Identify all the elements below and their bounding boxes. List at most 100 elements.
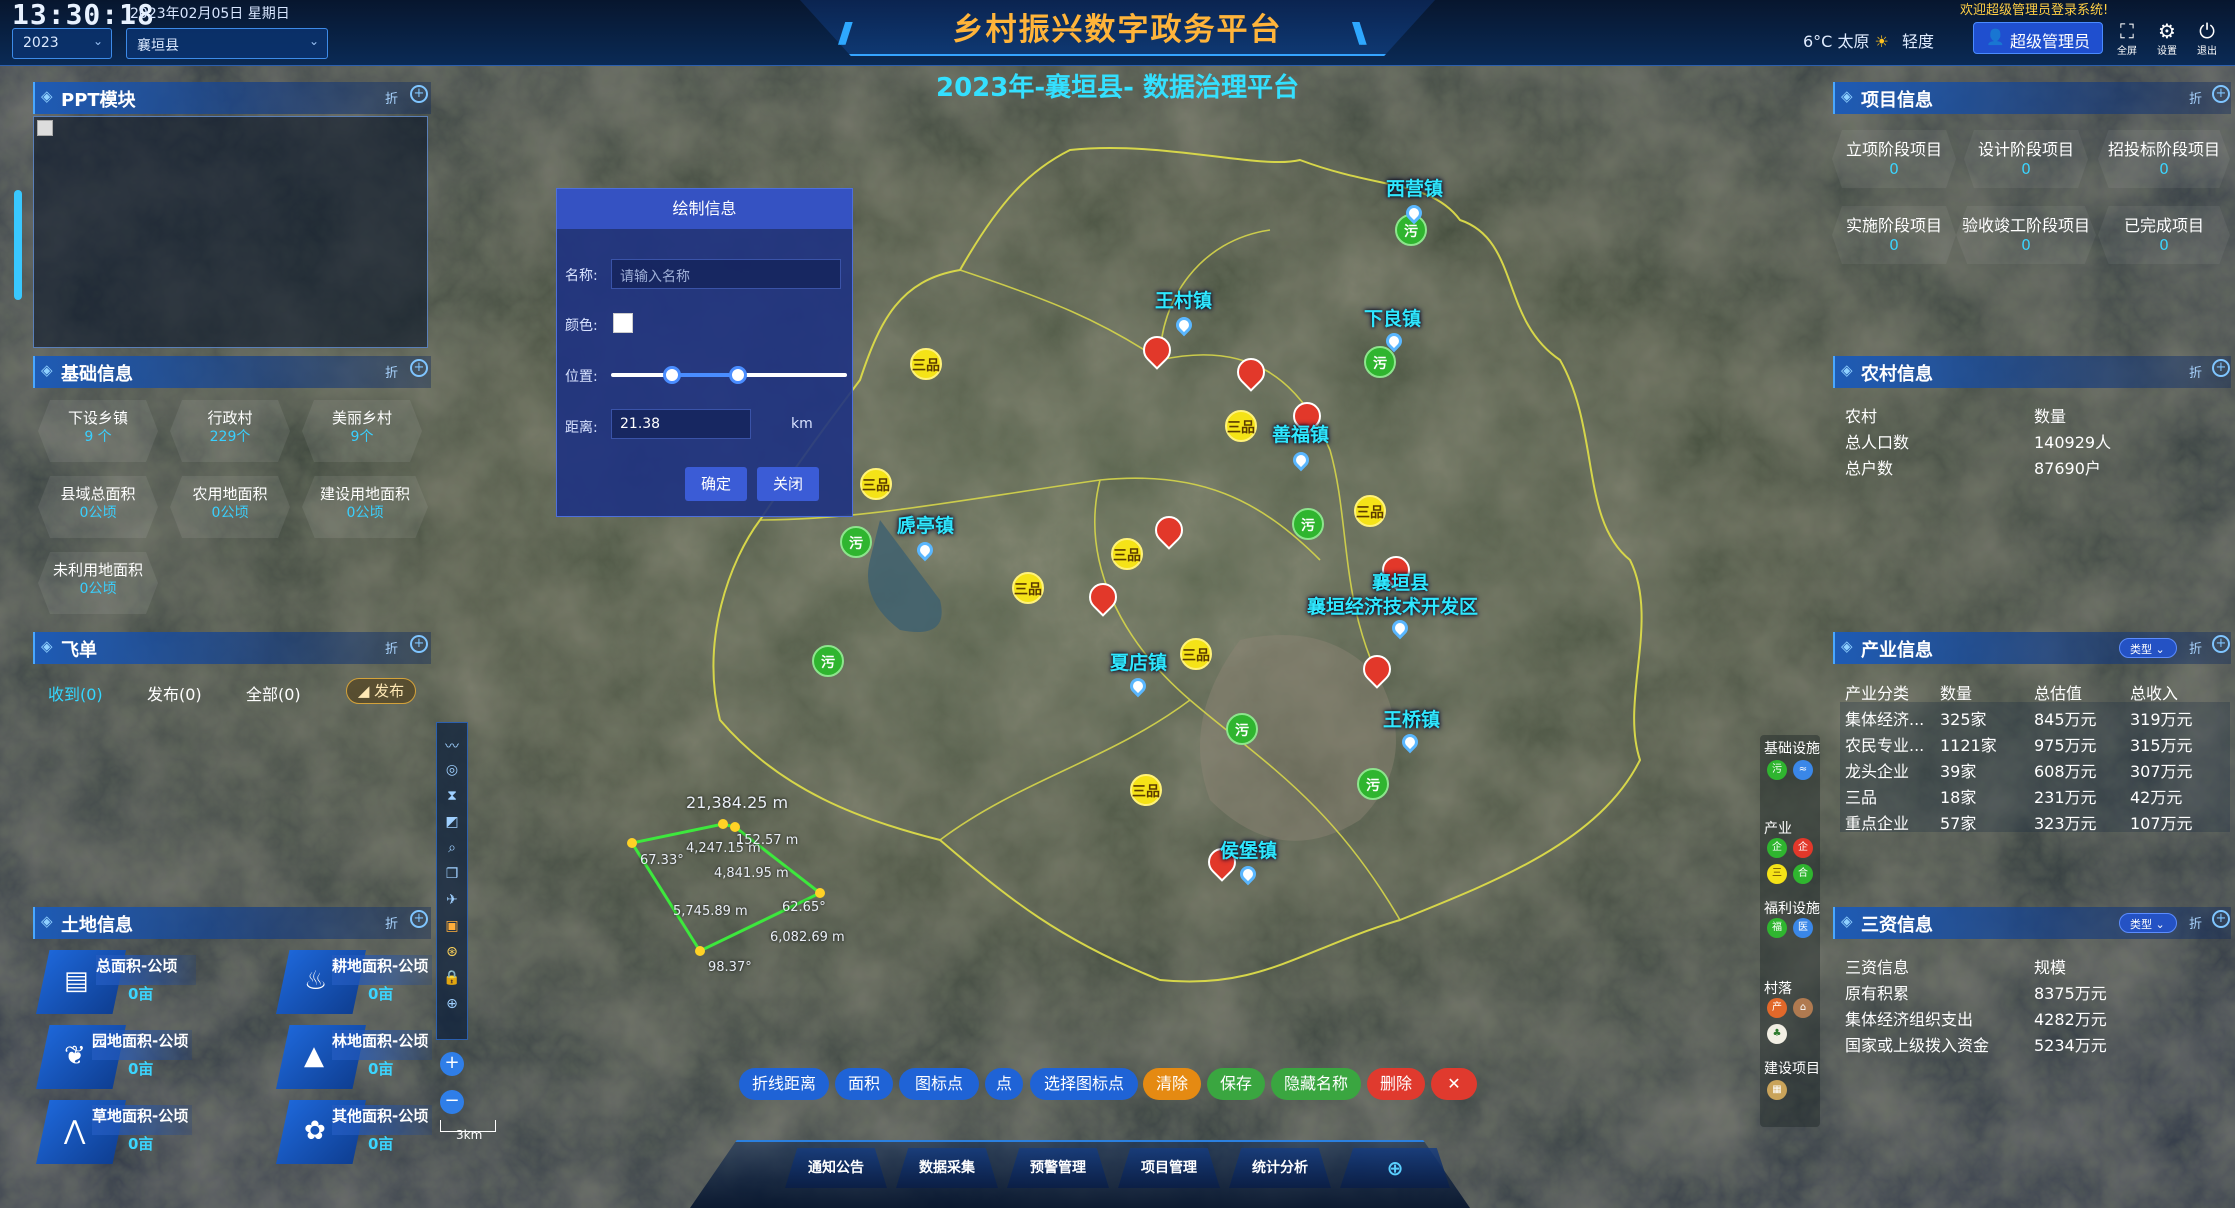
tool-clear[interactable]: 清除 bbox=[1143, 1068, 1201, 1100]
legend-coop-icon[interactable]: 合 bbox=[1793, 864, 1813, 884]
expand-icon[interactable]: + bbox=[410, 635, 428, 653]
zoom-out-button[interactable]: − bbox=[440, 1090, 464, 1114]
marker-sanpin[interactable]: 三品 bbox=[1012, 572, 1044, 604]
legend-pollution-icon[interactable]: 污 bbox=[1767, 760, 1787, 780]
legend-medical-icon[interactable]: 医 bbox=[1793, 918, 1813, 938]
assets-header: 规模 bbox=[2034, 958, 2067, 977]
marker-sanpin[interactable]: 三品 bbox=[1354, 495, 1386, 527]
fold-button[interactable]: 折 bbox=[2189, 362, 2202, 381]
expand-icon[interactable]: + bbox=[2212, 359, 2230, 377]
ruler-icon[interactable]: 〰 bbox=[437, 736, 467, 758]
marker-pollution[interactable]: 污 bbox=[1292, 508, 1324, 540]
legend-enterprise-icon[interactable]: 企 bbox=[1767, 838, 1787, 858]
lock-icon[interactable]: 🔒 bbox=[437, 970, 467, 992]
fold-button[interactable]: 折 bbox=[385, 638, 398, 657]
expand-icon[interactable]: + bbox=[410, 359, 428, 377]
fold-button[interactable]: 折 bbox=[2189, 638, 2202, 657]
globe-icon[interactable]: ⊕ bbox=[437, 996, 467, 1018]
confirm-button[interactable]: 确定 bbox=[685, 467, 747, 501]
scene-switch-tab[interactable] bbox=[14, 190, 22, 300]
legend-project-icon[interactable]: ▦ bbox=[1767, 1080, 1787, 1100]
draw-info-dialog: 绘制信息 名称: 请输入名称 颜色: 位置: 距离: 21.38 km 确定 关… bbox=[556, 188, 853, 517]
legend-water-icon[interactable]: ≈ bbox=[1793, 760, 1813, 780]
type-filter-label: 类型 bbox=[2130, 643, 2152, 656]
settings-button[interactable]: ⚙ 设置 bbox=[2152, 20, 2182, 57]
fullscreen-button[interactable]: ⛶ 全屏 bbox=[2112, 20, 2142, 57]
tool-save[interactable]: 保存 bbox=[1207, 1068, 1265, 1100]
user-button[interactable]: 👤 超级管理员 bbox=[1973, 22, 2103, 54]
tool-polyline-distance[interactable]: 折线距离 bbox=[739, 1068, 829, 1100]
tool-select-icon-point[interactable]: 选择图标点 bbox=[1030, 1068, 1138, 1100]
legend-house-icon[interactable]: ⌂ bbox=[1793, 998, 1813, 1018]
box-icon[interactable]: ▣ bbox=[437, 918, 467, 940]
logout-button[interactable]: ⏻ 退出 bbox=[2192, 20, 2222, 57]
tool-hide-names[interactable]: 隐藏名称 bbox=[1271, 1068, 1361, 1100]
fold-button[interactable]: 折 bbox=[2189, 88, 2202, 107]
legend-sanpin-icon[interactable]: 三 bbox=[1767, 864, 1787, 884]
legend-village-icon[interactable]: 产 bbox=[1767, 998, 1787, 1018]
marker-pollution[interactable]: 污 bbox=[1357, 768, 1389, 800]
layer-icon[interactable]: ◩ bbox=[437, 814, 467, 836]
marker-sanpin[interactable]: 三品 bbox=[1111, 538, 1143, 570]
tool-close[interactable]: ✕ bbox=[1431, 1068, 1477, 1100]
expand-icon[interactable]: + bbox=[410, 910, 428, 928]
nav-notice[interactable]: 通知公告 bbox=[785, 1148, 887, 1188]
compass-icon[interactable]: ⊛ bbox=[437, 944, 467, 966]
tab-all[interactable]: 全部(0) bbox=[246, 681, 301, 705]
tool-point[interactable]: 点 bbox=[985, 1068, 1023, 1100]
hourglass-icon[interactable]: ⧗ bbox=[437, 788, 467, 810]
marker-pollution[interactable]: 污 bbox=[812, 645, 844, 677]
type-filter[interactable]: 类型 ⌄ bbox=[2119, 913, 2177, 933]
legend-welfare-icon[interactable]: 福 bbox=[1767, 918, 1787, 938]
tab-published[interactable]: 发布(0) bbox=[147, 681, 202, 705]
name-input[interactable]: 请输入名称 bbox=[611, 259, 841, 289]
slider-handle-start[interactable] bbox=[663, 366, 681, 384]
forest-icon: ▲ bbox=[304, 1041, 324, 1071]
search-icon[interactable]: ⌕ bbox=[437, 840, 467, 862]
zoom-in-button[interactable]: + bbox=[440, 1052, 464, 1076]
industry-cell: 845万元 bbox=[2034, 710, 2097, 729]
nav-add[interactable]: ⊕ bbox=[1340, 1148, 1450, 1188]
marker-pollution[interactable]: 污 bbox=[1226, 713, 1258, 745]
industry-cell: 重点企业 bbox=[1845, 814, 1910, 833]
county-select[interactable]: 襄垣县 ⌄ bbox=[126, 28, 328, 59]
fold-button[interactable]: 折 bbox=[385, 88, 398, 107]
marker-pollution[interactable]: 污 bbox=[1364, 346, 1396, 378]
eye-icon[interactable]: ◎ bbox=[437, 762, 467, 784]
publish-button[interactable]: ◢ 发布 bbox=[346, 678, 416, 704]
fold-button[interactable]: 折 bbox=[385, 913, 398, 932]
close-button[interactable]: 关闭 bbox=[757, 467, 819, 501]
industry-cell: 龙头企业 bbox=[1845, 762, 1910, 781]
expand-icon[interactable]: + bbox=[2212, 910, 2230, 928]
app-root: 三品 三品 三品 三品 三品 三品 三品 三品 污 污 污 污 污 污 污 西营… bbox=[0, 0, 2235, 1208]
expand-icon[interactable]: + bbox=[410, 85, 428, 103]
copy-icon[interactable]: ❐ bbox=[437, 866, 467, 888]
tool-delete[interactable]: 删除 bbox=[1367, 1068, 1425, 1100]
distance-input[interactable]: 21.38 bbox=[611, 409, 751, 439]
year-select[interactable]: 2023 ⌄ bbox=[12, 28, 112, 59]
type-filter[interactable]: 类型 ⌄ bbox=[2119, 638, 2177, 658]
marker-sanpin[interactable]: 三品 bbox=[1180, 638, 1212, 670]
nav-warning[interactable]: 预警管理 bbox=[1007, 1148, 1109, 1188]
color-swatch[interactable] bbox=[613, 313, 633, 333]
slider-handle-end[interactable] bbox=[729, 366, 747, 384]
legend-factory-icon[interactable]: 企 bbox=[1793, 838, 1813, 858]
marker-sanpin[interactable]: 三品 bbox=[910, 348, 942, 380]
expand-icon[interactable]: + bbox=[2212, 635, 2230, 653]
nav-statistics[interactable]: 统计分析 bbox=[1229, 1148, 1331, 1188]
legend-group-label: 村落 bbox=[1764, 981, 1792, 997]
marker-pollution[interactable]: 污 bbox=[840, 526, 872, 558]
nav-project[interactable]: 项目管理 bbox=[1118, 1148, 1220, 1188]
fold-button[interactable]: 折 bbox=[385, 362, 398, 381]
marker-sanpin[interactable]: 三品 bbox=[1225, 410, 1257, 442]
legend-tree-icon[interactable]: ♣ bbox=[1767, 1024, 1787, 1044]
nav-data-collection[interactable]: 数据采集 bbox=[896, 1148, 998, 1188]
marker-sanpin[interactable]: 三品 bbox=[860, 468, 892, 500]
fold-button[interactable]: 折 bbox=[2189, 913, 2202, 932]
tool-area[interactable]: 面积 bbox=[835, 1068, 893, 1100]
expand-icon[interactable]: + bbox=[2212, 85, 2230, 103]
marker-sanpin[interactable]: 三品 bbox=[1130, 774, 1162, 806]
tab-received[interactable]: 收到(0) bbox=[48, 681, 103, 705]
plane-icon[interactable]: ✈ bbox=[437, 892, 467, 914]
tool-icon-point[interactable]: 图标点 bbox=[899, 1068, 979, 1100]
